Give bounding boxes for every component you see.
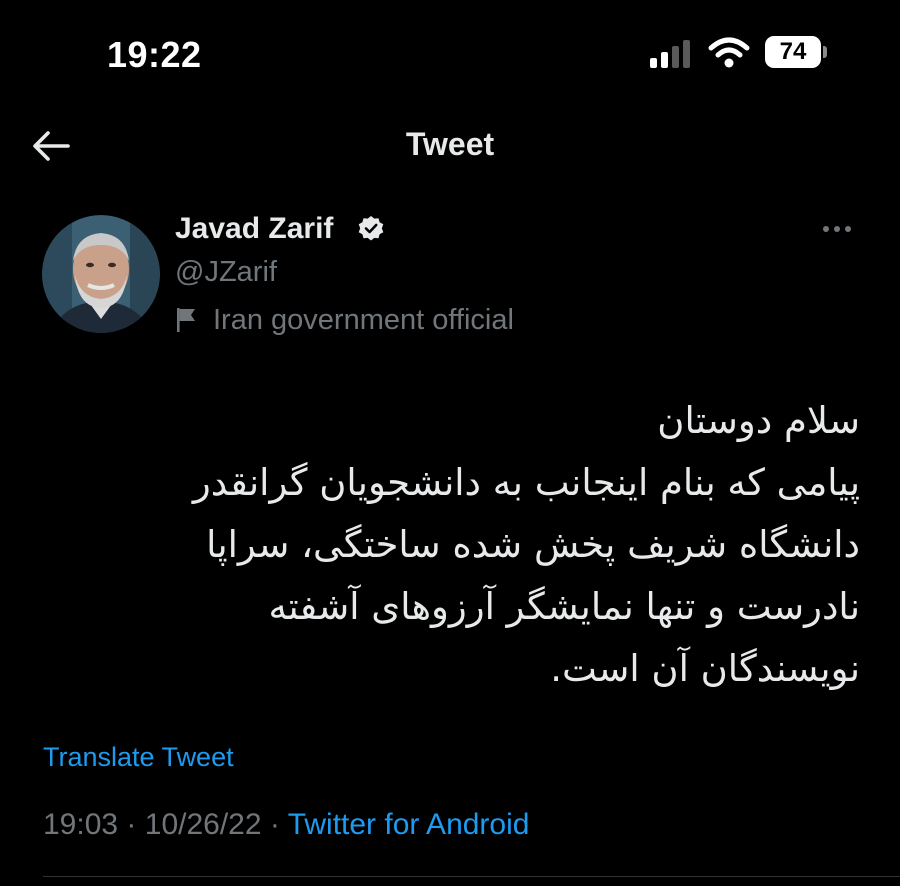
- government-label-text: Iran government official: [213, 303, 514, 336]
- status-bar: 19:22 74: [0, 0, 900, 110]
- signal-bar-4: [683, 40, 690, 68]
- divider: [43, 876, 900, 877]
- signal-bar-2: [661, 52, 668, 68]
- avatar[interactable]: [42, 215, 160, 333]
- tweet-time: 19:03: [43, 808, 119, 841]
- signal-bar-3: [672, 46, 679, 68]
- signal-bar-1: [650, 58, 657, 68]
- tweet-text: سلام دوستان پیامی که بنام اینجانب به دان…: [60, 390, 860, 700]
- tweet-line: نویسندگان آن است.: [550, 647, 860, 690]
- tweet-line: دانشگاه شریف پخش شده ساختگی، سراپا: [206, 523, 860, 566]
- battery-tip: [823, 46, 827, 58]
- tweet-meta: 19:03 · 10/26/22 · Twitter for Android: [43, 808, 529, 842]
- more-options-icon[interactable]: [820, 222, 854, 236]
- flag-icon: [177, 308, 195, 332]
- tweet-date: 10/26/22: [144, 808, 262, 841]
- tweet-line: سلام دوستان: [657, 399, 860, 442]
- nav-header: Tweet: [0, 100, 900, 192]
- verified-badge-icon: [358, 216, 384, 241]
- author-name[interactable]: Javad Zarif: [175, 212, 333, 246]
- meta-separator: ·: [269, 808, 280, 841]
- meta-separator: ·: [126, 808, 137, 841]
- tweet-line: پیامی که بنام اینجانب به دانشجویان گرانق…: [192, 461, 860, 504]
- government-label[interactable]: Iran government official: [175, 303, 514, 337]
- battery-level: 74: [765, 36, 821, 68]
- tweet-line: نادرست و تنها نمایشگر آرزوهای آشفته: [268, 585, 860, 628]
- author-handle[interactable]: @JZarif: [175, 256, 277, 289]
- translate-tweet-link[interactable]: Translate Tweet: [43, 742, 234, 773]
- signal-icon: [650, 40, 694, 68]
- page-title: Tweet: [405, 126, 495, 162]
- tweet-source-link[interactable]: Twitter for Android: [288, 808, 530, 841]
- status-time: 19:22: [107, 34, 202, 75]
- battery-icon: 74: [765, 36, 827, 68]
- wifi-icon: [708, 37, 750, 68]
